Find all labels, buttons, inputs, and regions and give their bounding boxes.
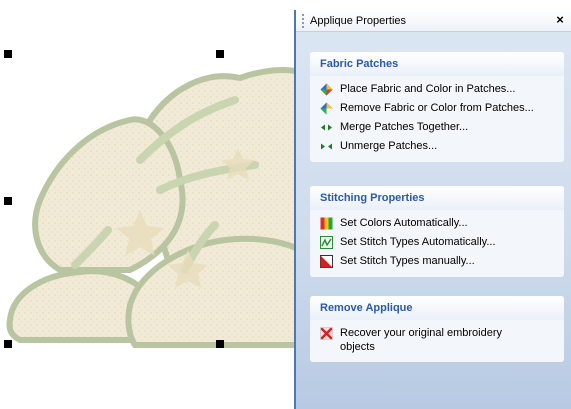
group-heading-fabric-patches[interactable]: Fabric Patches: [310, 52, 564, 76]
group-heading-stitching-properties[interactable]: Stitching Properties: [310, 186, 564, 210]
stitch-manual-icon: [320, 255, 333, 268]
item-label: Merge Patches Together...: [340, 121, 469, 133]
selection-handle-bottom-middle[interactable]: [216, 340, 224, 348]
selection-handle-bottom-left[interactable]: [4, 340, 12, 348]
item-label: Recover your original embroidery objects: [340, 327, 503, 353]
set-colors-auto-button[interactable]: Set Colors Automatically...: [310, 214, 564, 233]
drag-grip-icon[interactable]: [299, 13, 307, 28]
panel-titlebar[interactable]: Applique Properties ×: [296, 10, 571, 32]
remove-fabric-button[interactable]: Remove Fabric or Color from Patches...: [310, 99, 564, 118]
unmerge-patches-button[interactable]: Unmerge Patches...: [310, 137, 564, 156]
selection-handle-top-middle[interactable]: [216, 50, 224, 58]
item-label: Unmerge Patches...: [340, 140, 438, 152]
set-stitch-types-manual-button[interactable]: Set Stitch Types manually...: [310, 252, 564, 271]
close-icon[interactable]: ×: [553, 12, 567, 27]
selection-handle-middle-left[interactable]: [4, 197, 12, 205]
remove-applique-group: Remove Applique Recover your original em…: [310, 296, 564, 362]
stitch-auto-icon: [320, 236, 333, 249]
color-patch-remove-icon: [320, 102, 333, 115]
fabric-patches-group: Fabric Patches Place Fabric and Color in…: [310, 52, 564, 162]
place-fabric-button[interactable]: Place Fabric and Color in Patches...: [310, 80, 564, 99]
red-x-icon: [320, 327, 333, 340]
item-label: Place Fabric and Color in Patches...: [340, 83, 516, 95]
color-patch-icon: [320, 83, 333, 96]
selection-handle-top-left[interactable]: [4, 50, 12, 58]
unmerge-arrows-icon: [321, 143, 332, 150]
item-label: Set Colors Automatically...: [340, 217, 468, 229]
set-stitch-types-auto-button[interactable]: Set Stitch Types Automatically...: [310, 233, 564, 252]
recover-embroidery-button[interactable]: Recover your original embroidery objects: [310, 324, 564, 356]
group-heading-remove-applique[interactable]: Remove Applique: [310, 296, 564, 320]
applique-properties-panel: Applique Properties × Fabric Patches Pla…: [294, 10, 571, 409]
item-label: Remove Fabric or Color from Patches...: [340, 102, 534, 114]
design-canvas[interactable]: [0, 0, 300, 409]
panel-title: Applique Properties: [310, 14, 407, 27]
applique-design[interactable]: [0, 0, 300, 409]
item-label: Set Stitch Types Automatically...: [340, 236, 496, 248]
item-label: Set Stitch Types manually...: [340, 255, 475, 267]
color-bars-icon: [320, 217, 333, 230]
stitching-properties-group: Stitching Properties Set Colors Automati…: [310, 186, 564, 277]
merge-patches-button[interactable]: Merge Patches Together...: [310, 118, 564, 137]
merge-arrows-icon: [321, 124, 332, 131]
